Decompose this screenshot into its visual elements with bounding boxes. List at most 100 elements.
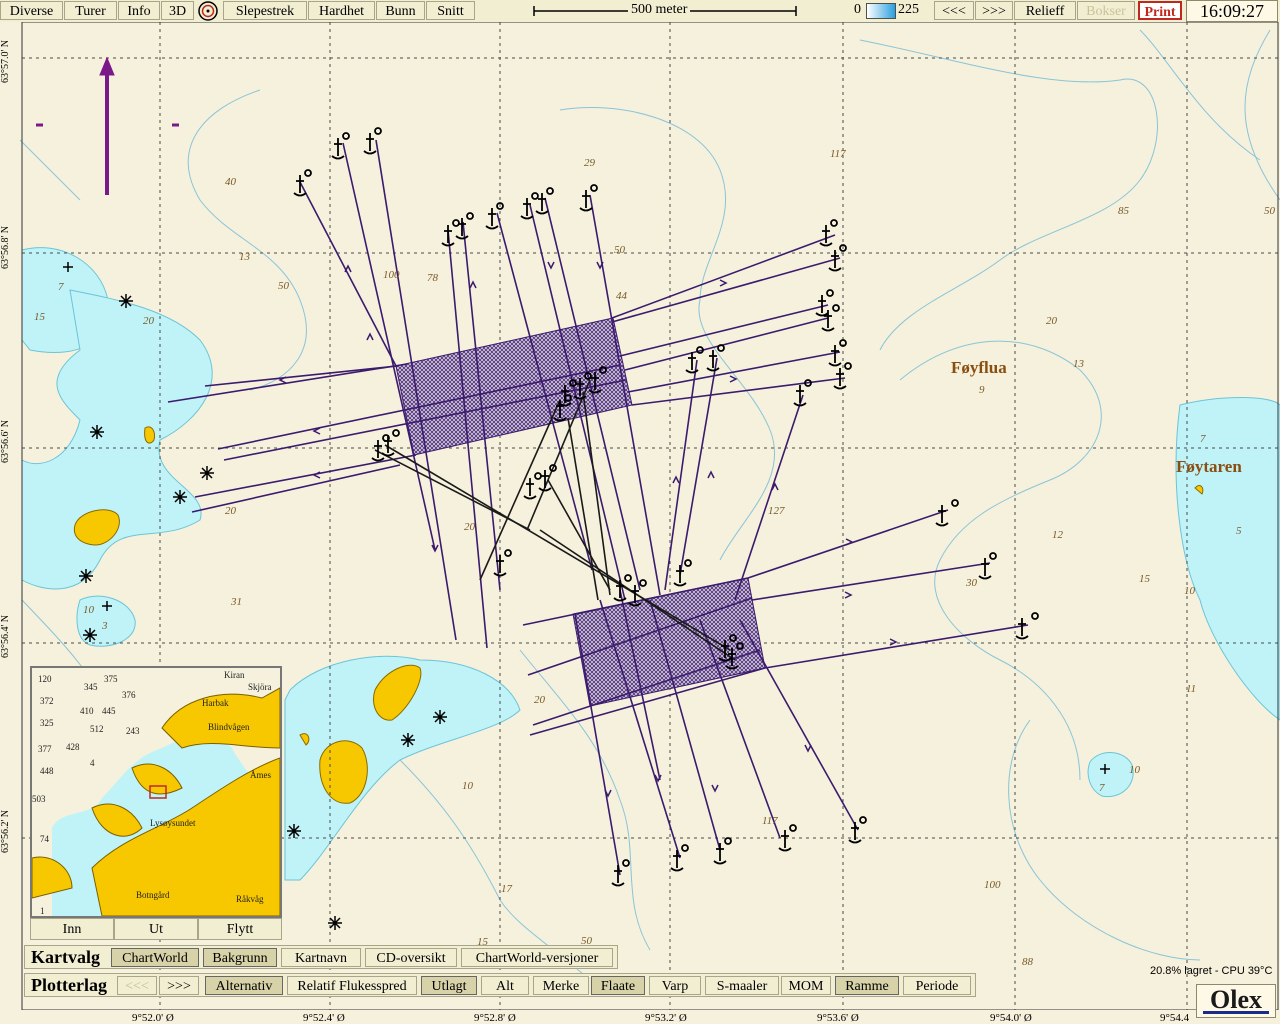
overview-map[interactable]: 120 345 375 Kiran Skjöra 376 372 410 445… bbox=[30, 666, 282, 918]
periode-button[interactable]: Periode bbox=[903, 976, 971, 995]
depth-scale-max: 225 bbox=[898, 2, 919, 17]
overview-label: 375 bbox=[104, 674, 118, 684]
bakgrunn-button[interactable]: Bakgrunn bbox=[203, 948, 277, 967]
depth-label: 40 bbox=[225, 176, 236, 188]
depth-label: 13 bbox=[1073, 358, 1084, 370]
overview-label: Blindvågen bbox=[208, 722, 250, 732]
relatif-flukesspred-button[interactable]: Relatif Flukesspred bbox=[287, 976, 417, 995]
turer-button[interactable]: Turer bbox=[64, 1, 117, 20]
depth-label: 20 bbox=[1046, 315, 1057, 327]
depth-label: 88 bbox=[1022, 956, 1033, 968]
lon-label: 9°54.4 bbox=[1160, 1012, 1190, 1024]
overview-label: 376 bbox=[122, 690, 136, 700]
overview-label: 4 bbox=[90, 758, 95, 768]
lat-label: 63°56.6' N bbox=[0, 420, 11, 464]
depth-color-scale[interactable] bbox=[866, 3, 896, 19]
place-name: Føyflua bbox=[951, 358, 1007, 377]
overview-label: 74 bbox=[40, 834, 49, 844]
depth-label: 85 bbox=[1118, 205, 1129, 217]
chartworld-versjoner-button[interactable]: ChartWorld-versjoner bbox=[461, 948, 613, 967]
depth-label: 10 bbox=[462, 780, 473, 792]
logo-text: Olex bbox=[1210, 985, 1262, 1014]
lon-label: 9°52.4' Ø bbox=[303, 1012, 345, 1024]
kartvalg-title: Kartvalg bbox=[31, 947, 100, 967]
depth-label: 20 bbox=[143, 315, 154, 327]
logo-underline bbox=[1203, 1011, 1269, 1014]
depth-label: 50 bbox=[278, 280, 289, 292]
plotterlag-menu: Plotterlag <<< >>> Alternativ Relatif Fl… bbox=[24, 973, 976, 997]
depth-label: 10 bbox=[1129, 764, 1140, 776]
depth-label: 9 bbox=[979, 384, 985, 396]
compass-rose-icon[interactable] bbox=[198, 1, 218, 21]
cd-oversikt-button[interactable]: CD-oversikt bbox=[365, 948, 457, 967]
varp-button[interactable]: Varp bbox=[649, 976, 701, 995]
overview-label: 445 bbox=[102, 706, 116, 716]
depth-label: 11 bbox=[1186, 683, 1197, 695]
zoom-out-button[interactable]: Ut bbox=[114, 918, 198, 940]
bunn-button[interactable]: Bunn bbox=[376, 1, 425, 20]
plotter-next-button[interactable]: >>> bbox=[159, 976, 199, 995]
print-button[interactable]: Print bbox=[1138, 1, 1182, 20]
overview-label: Botngård bbox=[136, 890, 170, 900]
depth-label: 20 bbox=[534, 694, 545, 706]
bokser-button[interactable]: Bokser bbox=[1077, 1, 1135, 20]
depth-label: 30 bbox=[966, 577, 977, 589]
lon-label: 9°53.2' Ø bbox=[645, 1012, 687, 1024]
chartworld-button[interactable]: ChartWorld bbox=[111, 948, 199, 967]
snitt-button[interactable]: Snitt bbox=[426, 1, 475, 20]
depth-label: 3 bbox=[102, 620, 108, 632]
diverse-button[interactable]: Diverse bbox=[0, 1, 63, 20]
prev-button[interactable]: <<< bbox=[934, 1, 974, 20]
overview-label: 448 bbox=[40, 766, 54, 776]
alt-button[interactable]: Alt bbox=[481, 976, 529, 995]
overview-label: 345 bbox=[84, 682, 98, 692]
place-name: Føytaren bbox=[1176, 457, 1242, 476]
lat-label: 63°56.2' N bbox=[0, 810, 11, 854]
depth-label: 10 bbox=[83, 604, 94, 616]
depth-label: 50 bbox=[614, 244, 625, 256]
overview-map-graphic bbox=[32, 668, 280, 916]
relieff-button[interactable]: Relieff bbox=[1014, 1, 1076, 20]
flaate-button[interactable]: Flaate bbox=[591, 976, 645, 995]
depth-label: 10 bbox=[1184, 585, 1195, 597]
merke-button[interactable]: Merke bbox=[533, 976, 589, 995]
depth-label: 13 bbox=[239, 251, 250, 263]
depth-label: 31 bbox=[231, 596, 242, 608]
overview-label: 428 bbox=[66, 742, 80, 752]
move-button[interactable]: Flytt bbox=[198, 918, 282, 940]
overview-label: 325 bbox=[40, 718, 54, 728]
depth-label: 12 bbox=[1052, 529, 1063, 541]
hardhet-button[interactable]: Hardhet bbox=[308, 1, 375, 20]
depth-label: 50 bbox=[1264, 205, 1275, 217]
kartnavn-button[interactable]: Kartnavn bbox=[281, 948, 361, 967]
depth-label: 127 bbox=[768, 505, 785, 517]
lat-label: 63°57.0' N bbox=[0, 40, 11, 84]
clock: 16:09:27 bbox=[1186, 0, 1278, 22]
next-button[interactable]: >>> bbox=[975, 1, 1013, 20]
info-button[interactable]: Info bbox=[118, 1, 160, 20]
top-toolbar: Diverse Turer Info 3D Slepestrek Hardhet… bbox=[0, 0, 1280, 23]
overview-label: Skjöra bbox=[248, 682, 272, 692]
3d-button[interactable]: 3D bbox=[161, 1, 194, 20]
depth-label: 29 bbox=[584, 157, 595, 169]
utlagt-button[interactable]: Utlagt bbox=[421, 976, 477, 995]
depth-label: 20 bbox=[225, 505, 236, 517]
plotter-prev-button[interactable]: <<< bbox=[117, 976, 157, 995]
s-maaler-button[interactable]: S-maaler bbox=[705, 976, 779, 995]
overview-label: Råkvåg bbox=[236, 894, 264, 904]
depth-label: 78 bbox=[427, 272, 438, 284]
overview-label: Kiran bbox=[224, 670, 245, 680]
zoom-in-button[interactable]: Inn bbox=[30, 918, 114, 940]
ramme-button[interactable]: Ramme bbox=[835, 976, 899, 995]
slepestrek-button[interactable]: Slepestrek bbox=[223, 1, 307, 20]
alternativ-button[interactable]: Alternativ bbox=[205, 976, 283, 995]
lon-label: 9°53.6' Ø bbox=[817, 1012, 859, 1024]
overview-label: 243 bbox=[126, 726, 140, 736]
lon-label: 9°52.0' Ø bbox=[132, 1012, 174, 1024]
depth-label: 7 bbox=[1099, 782, 1105, 794]
mom-button[interactable]: MOM bbox=[781, 976, 831, 995]
depth-label: 17 bbox=[501, 883, 512, 895]
kartvalg-menu: Kartvalg ChartWorld Bakgrunn Kartnavn CD… bbox=[24, 945, 618, 969]
status-text: 20.8% lagret - CPU 39°C bbox=[1150, 965, 1273, 977]
depth-label: 100 bbox=[383, 269, 400, 281]
